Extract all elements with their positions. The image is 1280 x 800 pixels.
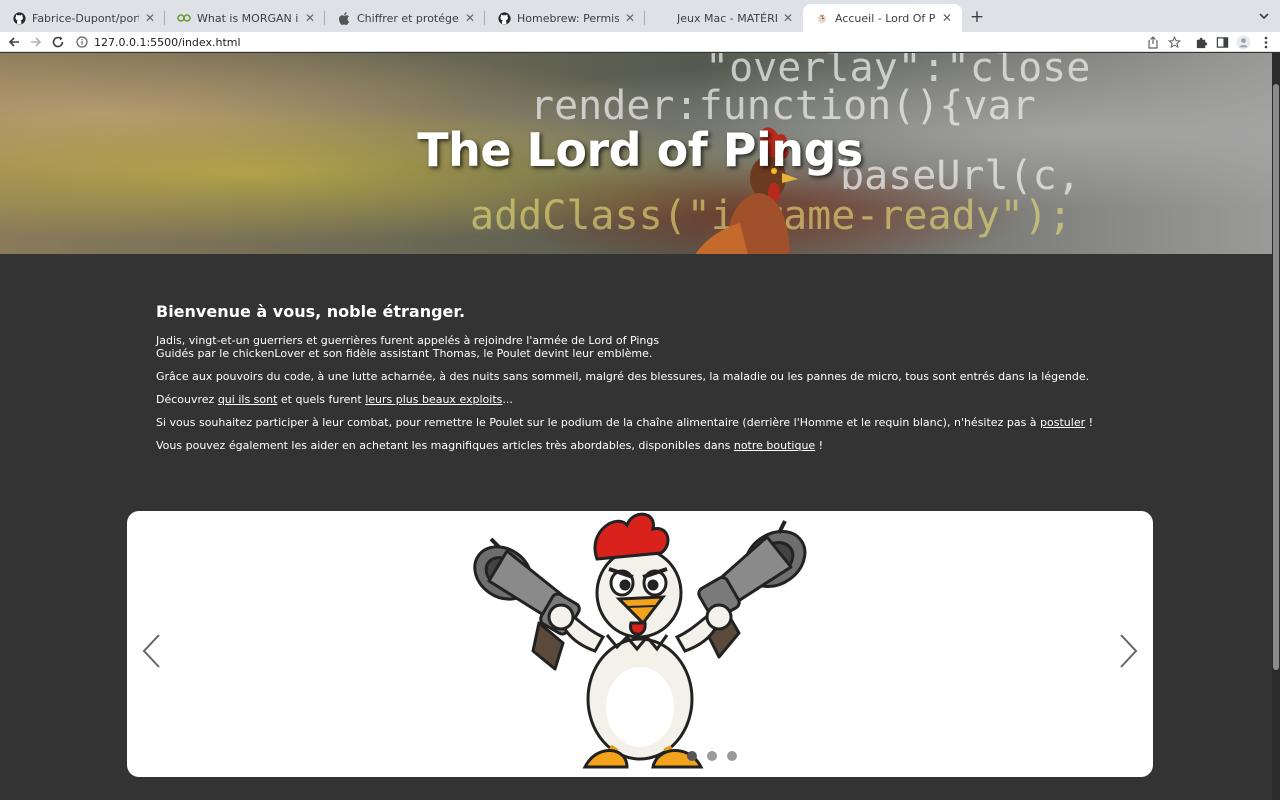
browser-toolbar: 127.0.0.1:5500/index.html bbox=[0, 32, 1280, 52]
scrollbar-thumb[interactable] bbox=[1273, 84, 1279, 670]
image-carousel bbox=[127, 511, 1153, 777]
page-title: The Lord of Pings bbox=[417, 123, 863, 177]
discover-paragraph: Découvrez qui ils sont et quels furent l… bbox=[156, 393, 1156, 406]
close-tab-icon[interactable]: ✕ bbox=[940, 11, 954, 25]
browser-tab[interactable]: Homebrew: Permissions Denied ✕ bbox=[485, 4, 645, 32]
intro-line: Guidés par le chickenLover et son fidèle… bbox=[156, 347, 653, 360]
intro-paragraph: Jadis, vingt-et-un guerriers et guerrièr… bbox=[156, 334, 1156, 360]
browser-menu-icon[interactable] bbox=[1258, 34, 1274, 50]
shop-paragraph: Vous pouvez également les aider en achet… bbox=[156, 439, 1156, 452]
browser-tab[interactable]: Fabrice-Dupont/portfolio-lokoi ✕ bbox=[0, 4, 165, 32]
apply-link[interactable]: postuler bbox=[1040, 416, 1085, 429]
tab-title: Homebrew: Permissions Denied bbox=[517, 11, 619, 25]
paragraph-text: et quels furent bbox=[277, 393, 366, 406]
browser-tab[interactable]: What is MORGAN in Node.js ? ✕ bbox=[165, 4, 325, 32]
chicken-favicon bbox=[815, 11, 829, 25]
forward-icon[interactable] bbox=[28, 34, 44, 50]
paragraph-text: ... bbox=[502, 393, 513, 406]
address-bar[interactable]: 127.0.0.1:5500/index.html bbox=[76, 33, 241, 51]
paragraph-text: ! bbox=[815, 439, 824, 452]
tab-title: Chiffrer et protéger un périphé bbox=[357, 11, 459, 25]
close-tab-icon[interactable]: ✕ bbox=[303, 11, 317, 25]
chicken-gunslinger-image bbox=[473, 512, 807, 769]
browser-tab-strip: Fabrice-Dupont/portfolio-lokoi ✕ What is… bbox=[0, 0, 1280, 32]
paragraph-text: ! bbox=[1085, 416, 1094, 429]
extensions-puzzle-icon[interactable] bbox=[1193, 34, 1209, 50]
tab-title: What is MORGAN in Node.js ? bbox=[197, 11, 299, 25]
github-icon bbox=[497, 11, 511, 25]
side-panel-icon[interactable] bbox=[1214, 34, 1230, 50]
github-icon bbox=[12, 11, 26, 25]
carousel-prev-icon[interactable] bbox=[140, 633, 164, 669]
carousel-dot[interactable] bbox=[727, 751, 737, 761]
carousel-indicators bbox=[687, 751, 737, 761]
paragraph-text: Si vous souhaitez participer à leur comb… bbox=[156, 416, 1041, 429]
tab-search-icon[interactable] bbox=[1256, 8, 1272, 24]
shop-link[interactable]: notre boutique bbox=[734, 439, 815, 452]
close-tab-icon[interactable]: ✕ bbox=[463, 11, 477, 25]
carousel-dot[interactable] bbox=[707, 751, 717, 761]
tab-title: Fabrice-Dupont/portfolio-lokoi bbox=[32, 11, 139, 25]
site-info-icon[interactable] bbox=[76, 36, 88, 48]
exploits-link[interactable]: leurs plus beaux exploits bbox=[365, 393, 502, 406]
url-text: 127.0.0.1:5500/index.html bbox=[94, 35, 241, 49]
reload-icon[interactable] bbox=[50, 34, 66, 50]
new-tab-button[interactable]: + bbox=[967, 8, 987, 28]
close-tab-icon[interactable]: ✕ bbox=[781, 11, 795, 25]
hero-banner: "overlay":"close render:function(){var b… bbox=[0, 53, 1272, 254]
apple-icon bbox=[337, 11, 351, 25]
paragraph-text: Vous pouvez également les aider en achet… bbox=[156, 439, 734, 452]
browser-tab[interactable]: Chiffrer et protéger un périphé ✕ bbox=[325, 4, 485, 32]
paragraph-text: Découvrez bbox=[156, 393, 218, 406]
macg-icon bbox=[657, 11, 671, 25]
back-icon[interactable] bbox=[6, 34, 22, 50]
profile-avatar-icon[interactable] bbox=[1235, 34, 1251, 50]
bookmark-star-icon[interactable] bbox=[1166, 34, 1182, 50]
welcome-section: Bienvenue à vous, noble étranger. Jadis,… bbox=[156, 302, 1156, 462]
tab-title: Accueil - Lord Of Pings bbox=[835, 11, 936, 25]
legend-paragraph: Grâce aux pouvoirs du code, à une lutte … bbox=[156, 370, 1090, 383]
members-link[interactable]: qui ils sont bbox=[218, 393, 278, 406]
intro-line: Jadis, vingt-et-un guerriers et guerrièr… bbox=[156, 334, 660, 347]
tab-title: Jeux Mac - MATÉRIEL - MacG bbox=[677, 11, 777, 25]
carousel-next-icon[interactable] bbox=[1116, 633, 1140, 669]
share-icon[interactable] bbox=[1145, 34, 1161, 50]
carousel-dot[interactable] bbox=[687, 751, 697, 761]
browser-tab[interactable]: Jeux Mac - MATÉRIEL - MacG ✕ bbox=[645, 4, 803, 32]
close-tab-icon[interactable]: ✕ bbox=[143, 11, 157, 25]
page-scrollbar[interactable] bbox=[1272, 53, 1280, 800]
welcome-heading: Bienvenue à vous, noble étranger. bbox=[156, 302, 466, 321]
apply-paragraph: Si vous souhaitez participer à leur comb… bbox=[156, 416, 1156, 429]
close-tab-icon[interactable]: ✕ bbox=[623, 11, 637, 25]
mean-icon bbox=[177, 11, 191, 25]
browser-tab-active[interactable]: Accueil - Lord Of Pings ✕ bbox=[803, 4, 962, 32]
